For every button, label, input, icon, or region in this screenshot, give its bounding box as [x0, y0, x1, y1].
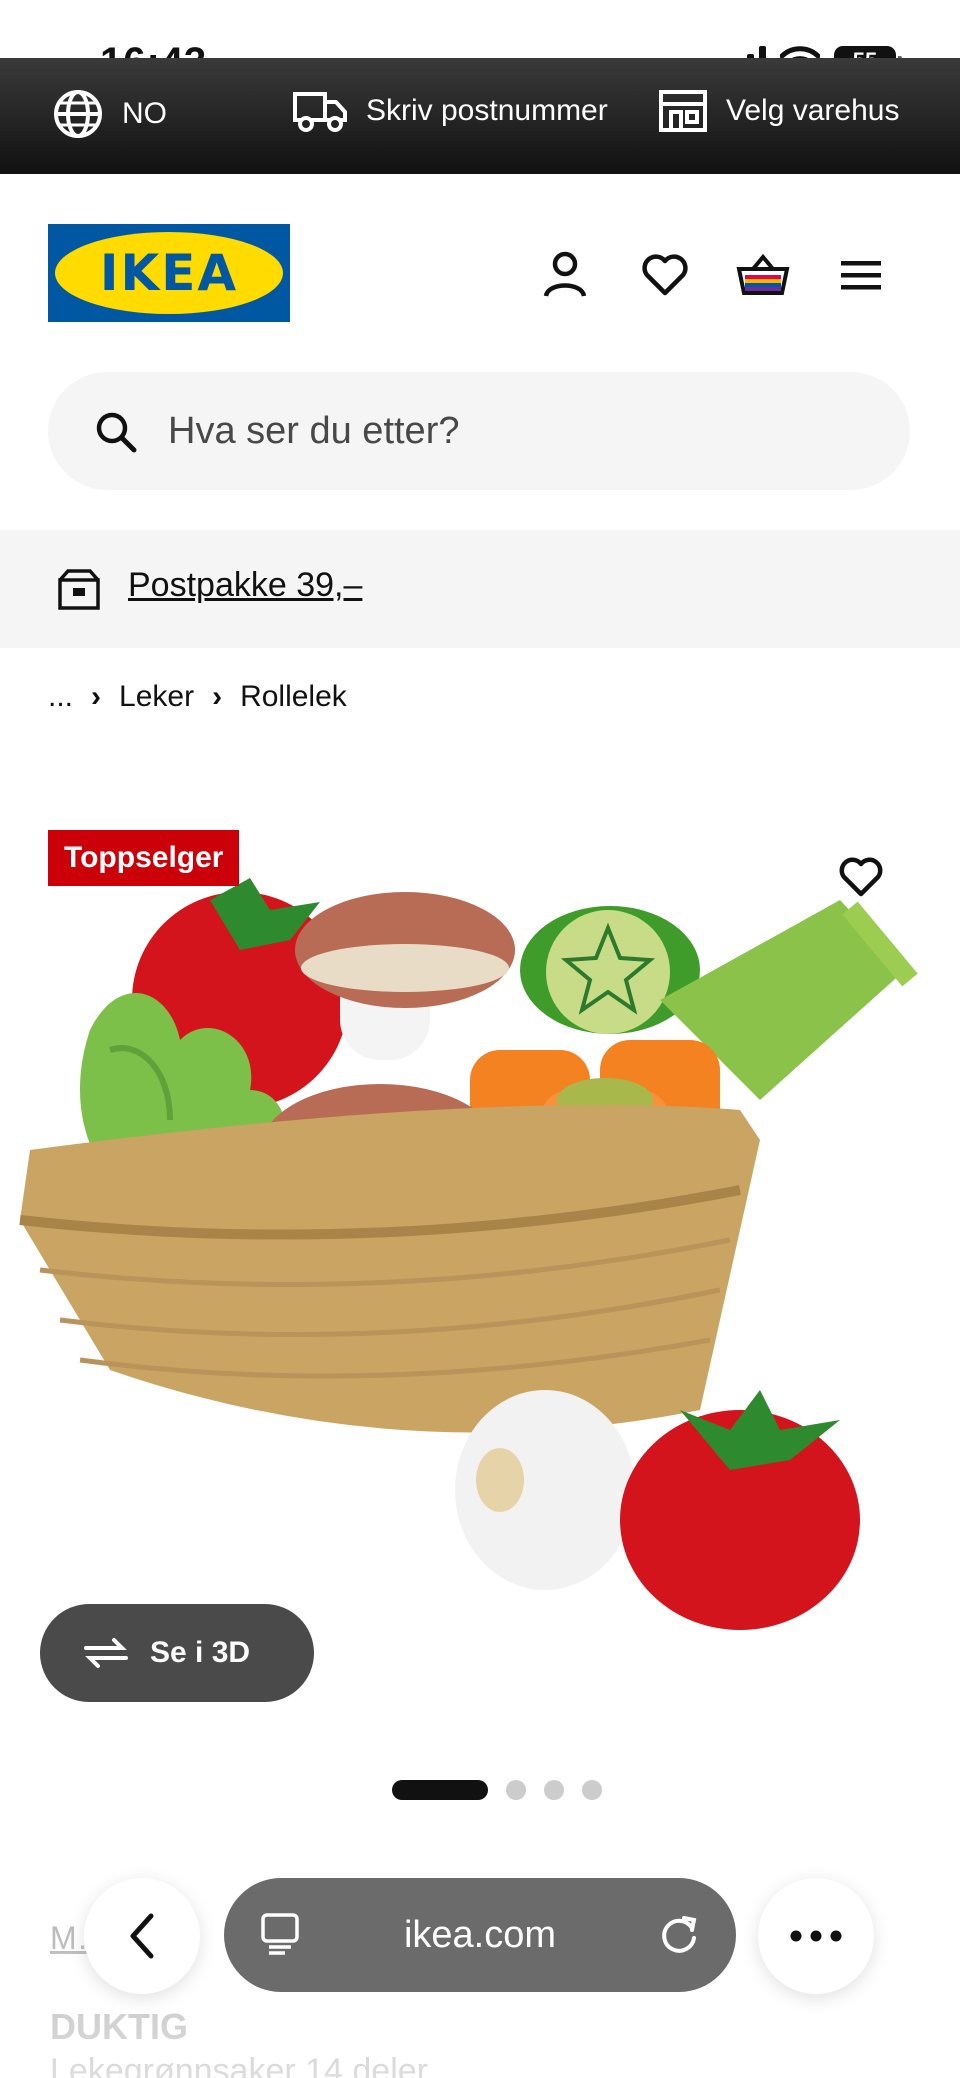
status-badge: Toppselger: [48, 830, 240, 886]
product-description: Lekegrønnsaker 14 deler: [50, 2052, 429, 2078]
carousel-indicator: [392, 1780, 602, 1800]
site-header: IKEA: [0, 174, 960, 374]
url-text: ikea.com: [403, 1913, 557, 1956]
carousel-dot[interactable]: [392, 1780, 488, 1800]
breadcrumb: ... › Leker › Rollelek: [48, 680, 347, 714]
carousel-dot[interactable]: [544, 1780, 564, 1800]
back-icon: [130, 1913, 154, 1959]
parcel-icon: [58, 569, 100, 610]
user-icon[interactable]: [538, 248, 592, 302]
basket-icon[interactable]: [736, 248, 790, 302]
globe-icon: [54, 90, 102, 138]
product-name: DUKTIG: [50, 2006, 188, 2047]
browser-url-bar[interactable]: ikea.com: [224, 1878, 736, 1992]
ikea-logo[interactable]: IKEA: [48, 224, 290, 322]
search-bar[interactable]: [48, 372, 910, 490]
chevron-right-icon: ›: [91, 680, 102, 713]
breadcrumb-item-rollelek[interactable]: Rollelek: [240, 680, 347, 714]
search-input[interactable]: [168, 372, 868, 490]
store-icon: [659, 90, 707, 132]
favorite-button[interactable]: [838, 856, 884, 903]
carousel-dot[interactable]: [506, 1780, 526, 1800]
language-selector[interactable]: NO: [52, 88, 167, 140]
browser-more-button[interactable]: [758, 1878, 874, 1994]
store-label: Velg varehus: [726, 94, 900, 127]
breadcrumb-item-leker[interactable]: Leker: [119, 680, 194, 714]
postcode-button[interactable]: Skriv postnummer: [292, 88, 608, 134]
tabs-icon: [261, 1913, 299, 1955]
view-3d-label: Se i 3D: [150, 1636, 251, 1669]
heart-icon[interactable]: [638, 248, 692, 302]
breadcrumb-ellipsis[interactable]: ...: [48, 680, 73, 714]
utility-bar: NO Skriv postnummer Velg varehus: [0, 58, 960, 174]
page: 16:43 55 NO: [0, 0, 960, 2078]
browser-back-button[interactable]: [84, 1878, 200, 1994]
chevron-right-icon: ›: [212, 680, 223, 713]
reload-icon[interactable]: [658, 1912, 700, 1956]
truck-icon: [293, 92, 347, 132]
postcode-label: Skriv postnummer: [366, 94, 608, 127]
store-button[interactable]: Velg varehus: [658, 88, 899, 134]
logo-text: IKEA: [99, 244, 239, 302]
carousel-dot[interactable]: [582, 1780, 602, 1800]
promo-link[interactable]: Postpakke 39,–: [128, 566, 362, 605]
view-3d-button[interactable]: Se i 3D: [40, 1604, 314, 1702]
promo-banner: Postpakke 39,–: [0, 530, 960, 648]
status-bar: 16:43 55: [0, 0, 960, 84]
heart-icon: [839, 857, 883, 897]
language-label: NO: [122, 97, 167, 130]
more-icon: [790, 1930, 842, 1942]
menu-icon[interactable]: [834, 248, 888, 302]
search-icon: [96, 412, 137, 453]
rotate-3d-icon: [84, 1638, 128, 1668]
logo-oval: IKEA: [55, 232, 283, 314]
product-gallery[interactable]: Toppselger Se i 3D: [0, 790, 960, 1750]
